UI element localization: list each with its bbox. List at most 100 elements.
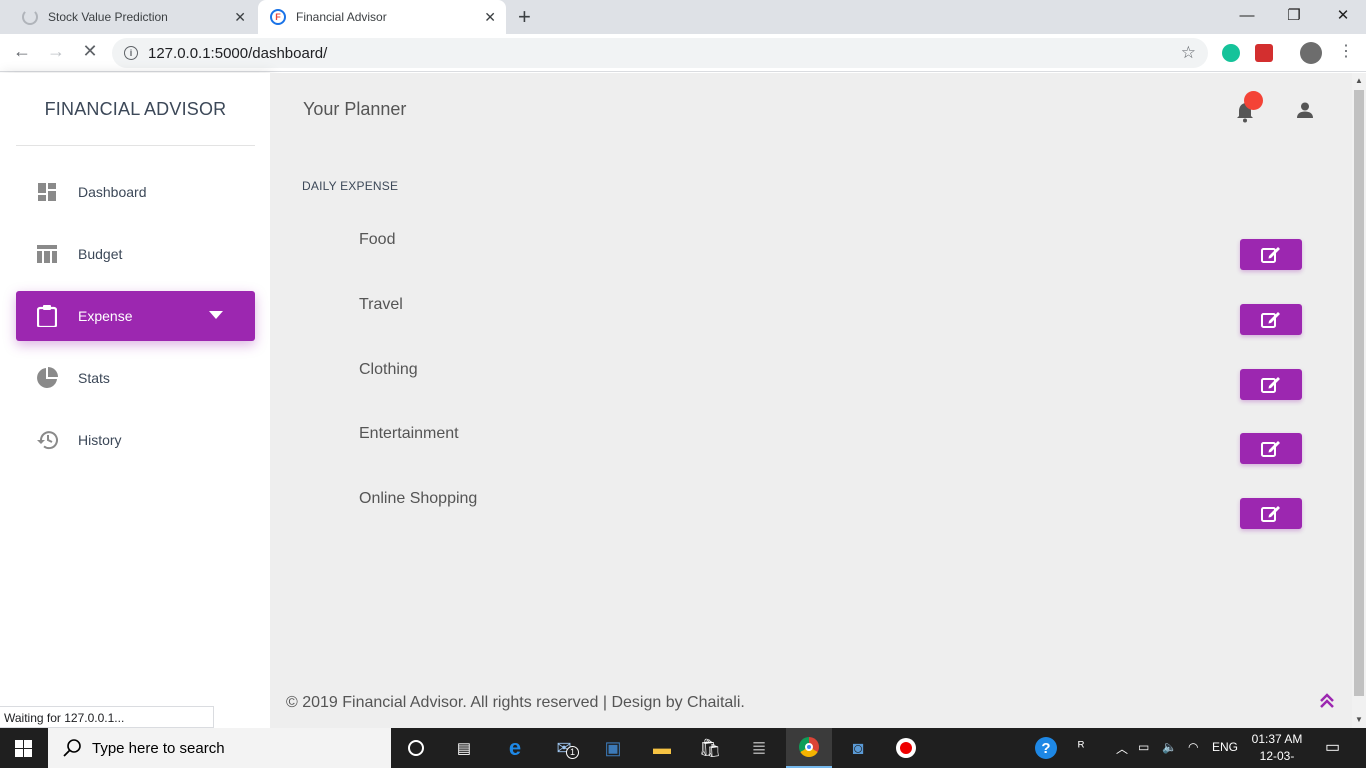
- search-icon: [63, 739, 81, 757]
- tab-title: Financial Advisor: [296, 10, 387, 24]
- cortana-icon[interactable]: [404, 736, 428, 760]
- tab-title: Stock Value Prediction: [48, 10, 168, 24]
- edit-food-button[interactable]: [1240, 239, 1302, 270]
- edit-clothing-button[interactable]: [1240, 369, 1302, 400]
- site-info-icon[interactable]: i: [124, 46, 138, 60]
- windows-start-icon[interactable]: [15, 740, 32, 757]
- sidebar-item-expense[interactable]: Expense: [16, 291, 255, 341]
- edit-travel-button[interactable]: [1240, 304, 1302, 335]
- sidebar: FINANCIAL ADVISOR Dashboard Budget Expen…: [0, 73, 270, 728]
- people-icon[interactable]: ᴿ: [1078, 738, 1084, 754]
- mail-icon[interactable]: ✉ 1: [552, 736, 579, 760]
- notifications-button[interactable]: [1233, 91, 1263, 123]
- edit-icon: [1261, 246, 1280, 263]
- screen-recorder-icon[interactable]: [894, 736, 918, 760]
- sidebar-item-label: Dashboard: [78, 184, 147, 200]
- windows-taskbar: Type here to search ▤ e ✉ 1 ▣ ▬ 🛍 ≣ ◙ ? ᴿ…: [0, 728, 1366, 768]
- mail-badge: 1: [566, 746, 579, 759]
- chevron-down-icon: [209, 311, 223, 319]
- sidebar-item-label: Expense: [78, 308, 133, 324]
- sidebar-item-label: History: [78, 432, 122, 448]
- browser-menu-icon[interactable]: ⋮: [1334, 41, 1358, 61]
- search-placeholder: Type here to search: [92, 739, 225, 757]
- minimize-button[interactable]: —: [1224, 0, 1270, 30]
- scroll-down-arrow-icon[interactable]: ▼: [1355, 715, 1363, 724]
- taskbar-search[interactable]: Type here to search: [48, 728, 391, 768]
- taskbar-clock[interactable]: 01:37 AM 12-03-2020: [1248, 731, 1306, 768]
- expense-label: Food: [359, 231, 396, 248]
- user-account-button[interactable]: [1294, 97, 1316, 119]
- pie-chart-icon: [36, 367, 58, 389]
- file-explorer-icon[interactable]: ▬: [650, 736, 674, 760]
- expense-label: Clothing: [359, 361, 418, 378]
- action-center-icon[interactable]: ▭: [1325, 737, 1340, 757]
- edit-icon: [1261, 505, 1280, 522]
- expense-row-entertainment: Entertainment: [359, 425, 1303, 465]
- volume-icon[interactable]: 🔈: [1162, 740, 1177, 754]
- stop-loading-button[interactable]: ✕: [78, 41, 102, 62]
- profile-avatar[interactable]: [1300, 42, 1322, 64]
- address-bar[interactable]: i 127.0.0.1:5000/dashboard/ ☆: [112, 38, 1208, 68]
- edge-browser-icon[interactable]: e: [503, 735, 527, 760]
- chrome-icon: [799, 737, 819, 757]
- edit-entertainment-button[interactable]: [1240, 433, 1302, 464]
- database-icon[interactable]: ≣: [747, 736, 771, 760]
- sidebar-item-dashboard[interactable]: Dashboard: [16, 167, 255, 217]
- expense-row-online-shopping: Online Shopping: [359, 490, 1303, 530]
- task-view-icon[interactable]: ▤: [452, 736, 476, 760]
- browser-status-bubble: Waiting for 127.0.0.1...: [0, 706, 214, 728]
- expense-row-clothing: Clothing: [359, 361, 1303, 401]
- python-idle-icon[interactable]: ▣: [601, 736, 625, 760]
- browser-toolbar: ← → ✕ i 127.0.0.1:5000/dashboard/ ☆ ⋮: [0, 34, 1366, 72]
- brand-title[interactable]: FINANCIAL ADVISOR: [16, 73, 255, 146]
- remote-desktop-icon[interactable]: ◙: [846, 736, 870, 760]
- sidebar-item-history[interactable]: History: [16, 415, 255, 465]
- clock-date: 12-03-2020: [1259, 749, 1295, 768]
- notification-badge: [1244, 91, 1263, 110]
- new-tab-button[interactable]: +: [518, 4, 531, 30]
- input-language-indicator[interactable]: ENG: [1212, 740, 1238, 754]
- close-window-button[interactable]: ✕: [1320, 0, 1366, 30]
- sidebar-item-label: Stats: [78, 370, 110, 386]
- show-hidden-icons-icon[interactable]: ︿: [1116, 740, 1128, 757]
- bookmark-star-icon[interactable]: ☆: [1181, 43, 1196, 63]
- favicon-icon: F: [270, 9, 286, 25]
- history-icon: [36, 429, 58, 451]
- restore-button[interactable]: ❐: [1271, 0, 1317, 30]
- scrollbar-thumb[interactable]: [1354, 90, 1364, 696]
- table-icon: [36, 243, 58, 265]
- expense-row-food: Food: [359, 231, 1303, 271]
- back-button[interactable]: ←: [10, 41, 34, 62]
- browser-tab-strip: Stock Value Prediction ✕ F Financial Adv…: [0, 0, 1366, 34]
- edit-online-shopping-button[interactable]: [1240, 498, 1302, 529]
- battery-icon[interactable]: ▭: [1138, 740, 1149, 754]
- edit-icon: [1261, 311, 1280, 328]
- forward-button[interactable]: →: [44, 41, 68, 62]
- sidebar-item-stats[interactable]: Stats: [16, 353, 255, 403]
- edit-icon: [1261, 376, 1280, 393]
- help-icon[interactable]: ?: [1034, 736, 1058, 760]
- chrome-taskbar-button[interactable]: [786, 728, 832, 768]
- main-content: Your Planner DAILY EXPENSE Food Travel C…: [270, 73, 1352, 728]
- expense-label: Entertainment: [359, 425, 459, 442]
- sidebar-item-label: Budget: [78, 246, 123, 262]
- tab-stock-value-prediction[interactable]: Stock Value Prediction ✕: [8, 0, 256, 34]
- tab-financial-advisor[interactable]: F Financial Advisor ✕: [258, 0, 506, 34]
- clipboard-icon: [36, 305, 58, 327]
- wifi-icon[interactable]: ◠: [1188, 740, 1198, 754]
- close-tab-icon[interactable]: ✕: [484, 9, 496, 26]
- expense-label: Online Shopping: [359, 490, 478, 507]
- microsoft-store-icon[interactable]: 🛍: [698, 736, 722, 760]
- close-tab-icon[interactable]: ✕: [234, 9, 246, 26]
- clock-time: 01:37 AM: [1251, 732, 1303, 746]
- scroll-up-arrow-icon[interactable]: ▲: [1355, 76, 1363, 85]
- page-scrollbar[interactable]: ▲ ▼: [1352, 73, 1366, 728]
- grammarly-extension-icon[interactable]: [1222, 44, 1240, 62]
- expense-label: Travel: [359, 296, 403, 313]
- adblock-extension-icon[interactable]: [1255, 44, 1273, 62]
- dashboard-icon: [36, 181, 58, 203]
- section-title: DAILY EXPENSE: [302, 179, 399, 193]
- sidebar-item-budget[interactable]: Budget: [16, 229, 255, 279]
- scroll-to-top-button[interactable]: [1320, 693, 1338, 713]
- loading-spinner-icon: [22, 9, 38, 25]
